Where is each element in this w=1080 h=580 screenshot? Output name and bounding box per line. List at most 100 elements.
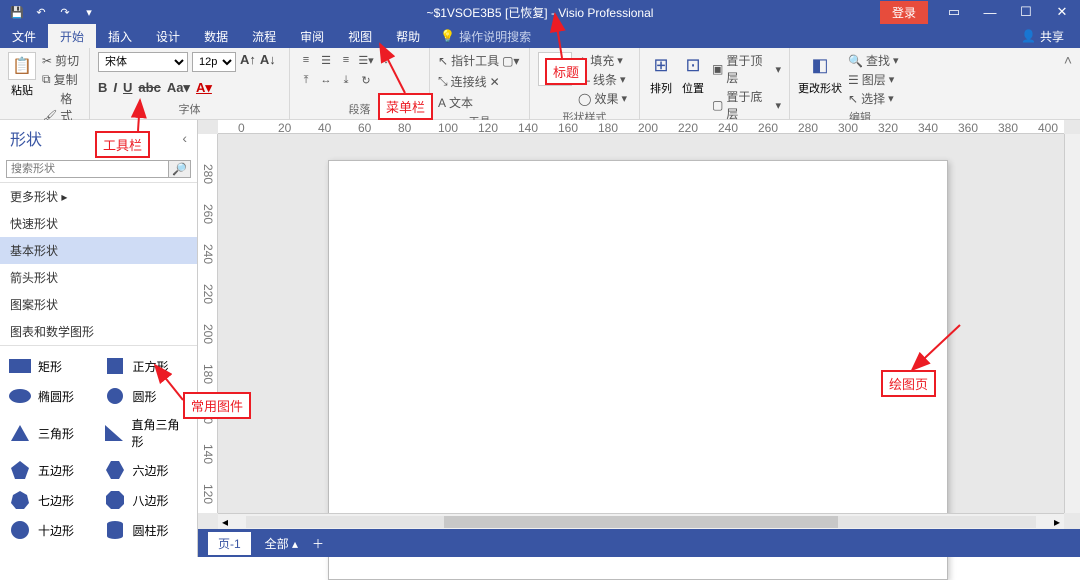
shape-cylinder[interactable]: 圆柱形 <box>101 518 192 542</box>
cat-more-shapes[interactable]: 更多形状 ▸ <box>0 183 197 210</box>
connector-tool-button[interactable]: ⤡连接线✕ <box>438 73 500 90</box>
bring-front-button[interactable]: ▣置于顶层▾ <box>712 52 781 86</box>
italic-button[interactable]: I <box>113 80 117 96</box>
fill-icon: ◆ <box>578 54 587 68</box>
shape-right-triangle[interactable]: 直角三角形 <box>101 414 192 452</box>
cat-arrow-shapes[interactable]: 箭头形状 <box>0 264 197 291</box>
decrease-font-button[interactable]: A↓ <box>260 52 276 72</box>
align-left-button[interactable]: ≡ <box>298 52 314 68</box>
login-button[interactable]: 登录 <box>880 1 928 24</box>
align-right-button[interactable]: ≡ <box>338 52 354 68</box>
shape-circle[interactable]: 圆形 <box>101 384 192 408</box>
tab-data[interactable]: 数据 <box>192 24 240 49</box>
underline-button[interactable]: U <box>123 80 132 96</box>
minimize-icon[interactable]: — <box>972 0 1008 24</box>
ribbon-tabs: 文件 开始 插入 设计 数据 流程 审阅 视图 帮助 💡 操作说明搜索 👤 共享 <box>0 24 1080 48</box>
shape-hexagon[interactable]: 六边形 <box>101 458 192 482</box>
shapes-title: 形状 <box>10 126 42 150</box>
shape-style-gallery[interactable] <box>538 52 572 86</box>
group-paragraph-label: 段落 <box>298 101 421 117</box>
status-bar: 页-1 全部 ▴ ＋ <box>198 529 1080 557</box>
ribbon-options-icon[interactable]: ▭ <box>936 0 972 24</box>
qat-dropdown-icon[interactable]: ▾ <box>80 3 98 21</box>
align-button[interactable]: ⊞排列 <box>648 52 674 96</box>
send-back-button[interactable]: ▢置于底层▾ <box>712 88 781 122</box>
position-button[interactable]: ⊡位置 <box>680 52 706 96</box>
save-icon[interactable]: 💾 <box>8 3 26 21</box>
font-name-select[interactable]: 宋体 <box>98 52 188 72</box>
shape-pentagon[interactable]: 五边形 <box>6 458 97 482</box>
valign-bot-button[interactable]: ⤓ <box>338 72 354 88</box>
strike-button[interactable]: abc <box>138 80 160 96</box>
tab-review[interactable]: 审阅 <box>288 24 336 49</box>
rotate-text-button[interactable]: ↻ <box>358 72 374 88</box>
change-shape-button[interactable]: ◧更改形状 <box>798 52 842 96</box>
shape-rectangle[interactable]: 矩形 <box>6 354 97 378</box>
maximize-icon[interactable]: ☐ <box>1008 0 1044 24</box>
increase-font-button[interactable]: A↑ <box>240 52 256 72</box>
case-button[interactable]: Aa▾ <box>167 80 190 96</box>
pointer-icon: ↖ <box>438 54 448 68</box>
share-button[interactable]: 👤 共享 <box>1021 28 1080 45</box>
shape-square[interactable]: 正方形 <box>101 354 192 378</box>
fill-button[interactable]: ◆填充▾ <box>578 52 627 69</box>
layer-icon: ☰ <box>848 73 859 87</box>
style-swatch[interactable] <box>538 52 572 86</box>
tab-insert[interactable]: 插入 <box>96 24 144 49</box>
redo-icon[interactable]: ↷ <box>56 3 74 21</box>
tab-file[interactable]: 文件 <box>0 24 48 49</box>
bulb-icon: 💡 <box>440 29 455 43</box>
search-shapes-input[interactable] <box>6 160 169 178</box>
tab-process[interactable]: 流程 <box>240 24 288 49</box>
effect-button[interactable]: ◯效果▾ <box>578 90 627 107</box>
line-button[interactable]: —线条▾ <box>578 71 627 88</box>
cat-quick-shapes[interactable]: 快速形状 <box>0 210 197 237</box>
pointer-tool-button[interactable]: ↖指针工具▢▾ <box>438 52 519 69</box>
tab-home[interactable]: 开始 <box>48 24 96 49</box>
shape-heptagon[interactable]: 七边形 <box>6 488 97 512</box>
search-shapes-button[interactable]: 🔎 <box>169 160 191 178</box>
bold-button[interactable]: B <box>98 80 107 96</box>
find-button[interactable]: 🔍查找▾ <box>848 52 899 69</box>
undo-icon[interactable]: ↶ <box>32 3 50 21</box>
valign-mid-button[interactable]: ↔ <box>318 72 334 88</box>
cat-pattern-shapes[interactable]: 图案形状 <box>0 291 197 318</box>
text-tool-button[interactable]: A文本 <box>438 94 473 111</box>
valign-top-button[interactable]: ⤒ <box>298 72 314 88</box>
cut-button[interactable]: ✂剪切 <box>42 52 81 69</box>
add-page-button[interactable]: ＋ <box>312 535 324 552</box>
paste-button[interactable]: 📋 粘贴 <box>8 52 36 98</box>
tell-me-search[interactable]: 💡 操作说明搜索 <box>432 28 531 45</box>
page-tab[interactable]: 页-1 <box>208 532 251 555</box>
font-size-select[interactable]: 12pt <box>192 52 236 72</box>
line-spacing-button[interactable]: ↕ <box>378 52 394 68</box>
copy-icon: ⧉ <box>42 72 51 87</box>
horizontal-scrollbar[interactable]: ◂▸ <box>218 513 1064 529</box>
align-center-button[interactable]: ☰ <box>318 52 334 68</box>
collapse-ribbon-icon[interactable]: ˄ <box>1056 48 1080 119</box>
tab-design[interactable]: 设计 <box>144 24 192 49</box>
shape-octagon[interactable]: 八边形 <box>101 488 192 512</box>
shape-triangle[interactable]: 三角形 <box>6 414 97 452</box>
shape-decagon[interactable]: 十边形 <box>6 518 97 542</box>
vertical-scrollbar[interactable] <box>1064 134 1080 513</box>
all-pages-button[interactable]: 全部 ▴ <box>265 535 298 552</box>
shape-ellipse[interactable]: 椭圆形 <box>6 384 97 408</box>
select-button[interactable]: ↖选择▾ <box>848 90 899 107</box>
layer-button[interactable]: ☰图层▾ <box>848 71 899 88</box>
cat-chart-math[interactable]: 图表和数学图形 <box>0 318 197 345</box>
bullets-button[interactable]: ☰▾ <box>358 52 374 68</box>
tell-me-label: 操作说明搜索 <box>459 28 531 45</box>
font-color-button[interactable]: A▾ <box>196 80 212 96</box>
paste-icon: 📋 <box>8 52 36 80</box>
tab-help[interactable]: 帮助 <box>384 24 432 49</box>
tab-view[interactable]: 视图 <box>336 24 384 49</box>
back-icon: ▢ <box>712 98 723 112</box>
share-icon: 👤 <box>1021 29 1036 43</box>
collapse-panel-icon[interactable]: ‹ <box>182 130 187 146</box>
close-icon[interactable]: ✕ <box>1044 0 1080 24</box>
ribbon: 📋 粘贴 ✂剪切 ⧉复制 🖌格式刷 剪贴板 宋体 12pt A↑ A↓ B I … <box>0 48 1080 120</box>
copy-button[interactable]: ⧉复制 <box>42 71 81 88</box>
shapes-panel: 形状 ‹ 🔎 更多形状 ▸ 快速形状 基本形状 箭头形状 图案形状 图表和数学图… <box>0 120 198 557</box>
cat-basic-shapes[interactable]: 基本形状 <box>0 237 197 264</box>
